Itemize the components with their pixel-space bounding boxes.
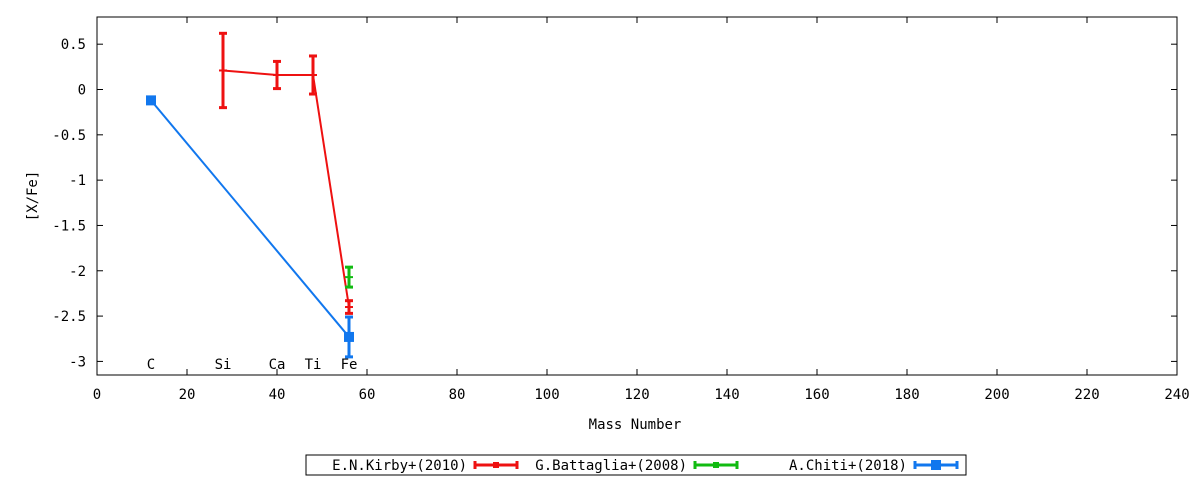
y-tick-label: -3 xyxy=(69,354,86,370)
y-tick-label: -0.5 xyxy=(52,128,86,144)
y-tick-label: 0 xyxy=(78,83,86,99)
legend-label: G.Battaglia+(2008) xyxy=(535,458,687,474)
element-label: Ti xyxy=(305,357,322,373)
element-label: Si xyxy=(215,357,232,373)
element-label: Fe xyxy=(341,357,358,373)
legend-swatch-marker xyxy=(713,462,719,468)
legend: E.N.Kirby+(2010) G.Battaglia+(2008) A.Chit… xyxy=(332,458,959,474)
x-tick-label: 140 xyxy=(714,387,739,403)
plot-frame xyxy=(96,16,1178,376)
x-tick-label: 180 xyxy=(894,387,919,403)
element-label: C xyxy=(147,357,155,373)
series-line xyxy=(150,99,350,338)
y-tick-label: -2 xyxy=(69,264,86,280)
legend-swatch-marker xyxy=(931,460,941,470)
chart: 0 20 40 60 80 100 120 140 160 180 200 220 240 0.5 0 -0… xyxy=(25,16,1190,476)
x-tick-label: 220 xyxy=(1074,387,1099,403)
y-tick-label: -2.5 xyxy=(52,309,86,325)
y-tick-label: 0.5 xyxy=(61,37,86,53)
x-tick-label: 80 xyxy=(449,387,466,403)
y-tick-label: -1.5 xyxy=(52,218,86,234)
x-tick-label: 100 xyxy=(534,387,559,403)
x-tick-label: 60 xyxy=(359,387,376,403)
data-point xyxy=(344,331,354,342)
x-tick-label: 200 xyxy=(984,387,1009,403)
element-label: Ca xyxy=(269,357,286,373)
y-axis-label: [X/Fe] xyxy=(25,171,41,222)
x-tick-label: 160 xyxy=(804,387,829,403)
x-tick-label: 0 xyxy=(93,387,101,403)
y-tick-label: -1 xyxy=(69,173,86,189)
chart-marks xyxy=(146,31,354,359)
x-tick-label: 20 xyxy=(179,387,196,403)
x-tick-label: 120 xyxy=(624,387,649,403)
y-axis-ticks: 0.5 0 -0.5 -1 -1.5 -2 -2.5 -3 xyxy=(52,37,1177,370)
legend-label: A.Chiti+(2018) xyxy=(789,458,907,474)
series-line xyxy=(222,69,350,308)
x-axis-ticks: 0 20 40 60 80 100 120 140 160 180 200 220 240 xyxy=(93,17,1190,403)
element-labels: C Si Ca Ti Fe xyxy=(147,357,358,373)
legend-label: E.N.Kirby+(2010) xyxy=(332,458,467,474)
legend-swatch-marker xyxy=(493,462,499,468)
x-tick-label: 40 xyxy=(269,387,286,403)
x-tick-label: 240 xyxy=(1164,387,1189,403)
x-axis-label: Mass Number xyxy=(589,417,682,433)
data-point xyxy=(146,95,156,106)
